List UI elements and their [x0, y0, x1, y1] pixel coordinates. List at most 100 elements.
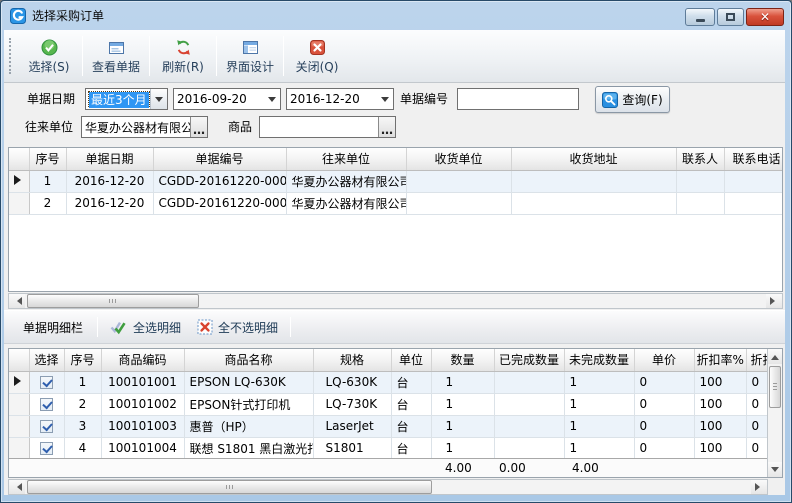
scroll-left-button[interactable] — [9, 480, 25, 494]
date-from-picker[interactable]: 2016-09-20 — [173, 88, 281, 110]
date-range-combobox[interactable]: 最近3个月 — [85, 88, 168, 110]
doc-no-input[interactable] — [457, 88, 579, 110]
view-document-label: 查看单据 — [92, 58, 140, 75]
scrollbar-thumb[interactable] — [769, 366, 781, 408]
details-horizontal-scrollbar[interactable] — [8, 479, 768, 495]
marker-column-header — [9, 148, 29, 170]
product-lookup-field[interactable]: … — [259, 116, 396, 138]
scroll-left-button[interactable] — [9, 294, 25, 308]
cell-recv-unit — [406, 170, 511, 192]
scroll-right-button[interactable] — [751, 480, 767, 494]
column-header[interactable]: 联系电话 — [724, 148, 783, 170]
select-button[interactable]: 选择(S) — [17, 30, 81, 82]
row-checkbox[interactable] — [40, 442, 53, 455]
date-range-dropdown-button[interactable] — [150, 89, 167, 109]
cell-seq: 1 — [29, 170, 66, 192]
column-header[interactable]: 选择 — [29, 349, 64, 371]
detail-row[interactable]: 4 100101004 联想 S1801 黑白激光打印机 S1801 台 1 1… — [9, 437, 769, 459]
toolbar-separator — [149, 36, 150, 76]
column-header[interactable]: 往来单位 — [286, 148, 406, 170]
scrollbar-thumb[interactable] — [27, 294, 199, 308]
column-header[interactable]: 单据日期 — [66, 148, 153, 170]
cell-done — [494, 415, 564, 437]
select-all-details-button[interactable]: 全选明细 — [102, 315, 189, 340]
cell-date: 2016-12-20 — [66, 192, 153, 214]
detail-row[interactable]: 3 100101003 惠普（HP） LaserJet 台 1 1 0 100 … — [9, 415, 769, 437]
close-icon: ✕ — [760, 11, 770, 23]
marker-column-header — [9, 349, 29, 371]
column-header[interactable]: 数量 — [431, 349, 494, 371]
cell-spec: S1801 — [313, 437, 391, 459]
vendor-browse-button[interactable]: … — [190, 117, 207, 137]
cell-vendor: 华夏办公器材有限公司 — [286, 192, 406, 214]
scroll-up-button[interactable] — [768, 349, 782, 364]
column-header[interactable]: 已完成数量 — [494, 349, 564, 371]
column-header[interactable]: 折扣率% — [694, 349, 746, 371]
orders-horizontal-scrollbar[interactable] — [8, 293, 783, 309]
close-dialog-button[interactable]: 关闭(Q) — [285, 30, 349, 82]
cell-done — [494, 393, 564, 415]
row-checkbox[interactable] — [40, 420, 53, 433]
product-browse-button[interactable]: … — [378, 117, 395, 137]
date-from-value: 2016-09-20 — [174, 92, 263, 106]
ui-design-button[interactable]: 界面设计 — [218, 30, 282, 82]
details-vertical-scrollbar[interactable] — [767, 349, 782, 477]
detail-row[interactable]: 1 100101001 EPSON LQ-630K LQ-630K 台 1 1 … — [9, 371, 769, 393]
column-header[interactable]: 收货地址 — [511, 148, 676, 170]
vendor-lookup-field[interactable]: 华夏办公器材有限公司 … — [81, 116, 208, 138]
cell-contact — [676, 170, 724, 192]
refresh-button[interactable]: 刷新(R) — [151, 30, 215, 82]
date-from-dropdown-button[interactable] — [263, 89, 280, 109]
view-document-button[interactable]: 查看单据 — [84, 30, 148, 82]
date-to-dropdown-button[interactable] — [376, 89, 393, 109]
cell-contact — [676, 192, 724, 214]
query-button-label: 查询(F) — [622, 91, 662, 108]
triangle-left-icon — [13, 297, 22, 305]
toolbar-grip[interactable] — [9, 38, 13, 74]
detail-toolbar: 单据明细栏 全选明细 全不选明细 — [4, 310, 785, 344]
cell-code: 100101001 — [101, 371, 184, 393]
window-title: 选择采购订单 — [32, 7, 104, 24]
order-row[interactable]: 1 2016-12-20 CGDD-20161220-0001 华夏办公器材有限… — [9, 170, 783, 192]
toolbar-separator — [290, 317, 291, 337]
order-row[interactable]: 2 2016-12-20 CGDD-20161220-0002 华夏办公器材有限… — [9, 192, 783, 214]
cell-undone: 1 — [564, 415, 634, 437]
column-header[interactable]: 单据编号 — [153, 148, 286, 170]
cell-price: 0 — [634, 415, 694, 437]
column-header[interactable]: 商品名称 — [184, 349, 313, 371]
date-to-value: 2016-12-20 — [287, 92, 376, 106]
column-header[interactable]: 折扣额 — [746, 349, 769, 371]
column-header[interactable]: 序号 — [29, 148, 66, 170]
deselect-all-details-button[interactable]: 全不选明细 — [189, 315, 286, 340]
maximize-button[interactable] — [717, 8, 744, 26]
column-header[interactable]: 未完成数量 — [564, 349, 634, 371]
column-header[interactable]: 单价 — [634, 349, 694, 371]
date-to-picker[interactable]: 2016-12-20 — [286, 88, 394, 110]
cell-spec: LQ-730K — [313, 393, 391, 415]
scrollbar-thumb[interactable] — [27, 480, 432, 494]
client-area: 选择(S) 查看单据 刷新(R) — [4, 30, 785, 495]
toolbar-separator — [97, 317, 98, 337]
row-checkbox[interactable] — [40, 376, 53, 389]
cell-unit: 台 — [391, 371, 431, 393]
row-checkbox[interactable] — [40, 398, 53, 411]
cell-code: 100101003 — [101, 415, 184, 437]
cell-doc-no: CGDD-20161220-0001 — [153, 170, 286, 192]
column-header[interactable]: 序号 — [64, 349, 101, 371]
column-header[interactable]: 联系人 — [676, 148, 724, 170]
scroll-right-button[interactable] — [766, 294, 782, 308]
close-button[interactable]: ✕ — [746, 8, 784, 26]
vendor-value: 华夏办公器材有限公司 — [82, 119, 190, 136]
column-header[interactable]: 单位 — [391, 349, 431, 371]
scroll-down-button[interactable] — [768, 462, 782, 477]
detail-row[interactable]: 2 100101002 EPSON针式打印机 LQ-730K 台 1 1 0 1… — [9, 393, 769, 415]
document-window-icon — [108, 39, 125, 56]
column-header[interactable]: 规格 — [313, 349, 391, 371]
query-button[interactable]: 查询(F) — [595, 86, 670, 113]
column-header[interactable]: 商品编码 — [101, 349, 184, 371]
title-bar[interactable]: 选择采购订单 ✕ — [1, 1, 791, 30]
minimize-button[interactable] — [685, 8, 715, 26]
cell-qty: 1 — [431, 415, 494, 437]
column-header[interactable]: 收货单位 — [406, 148, 511, 170]
check-circle-icon — [41, 39, 58, 56]
